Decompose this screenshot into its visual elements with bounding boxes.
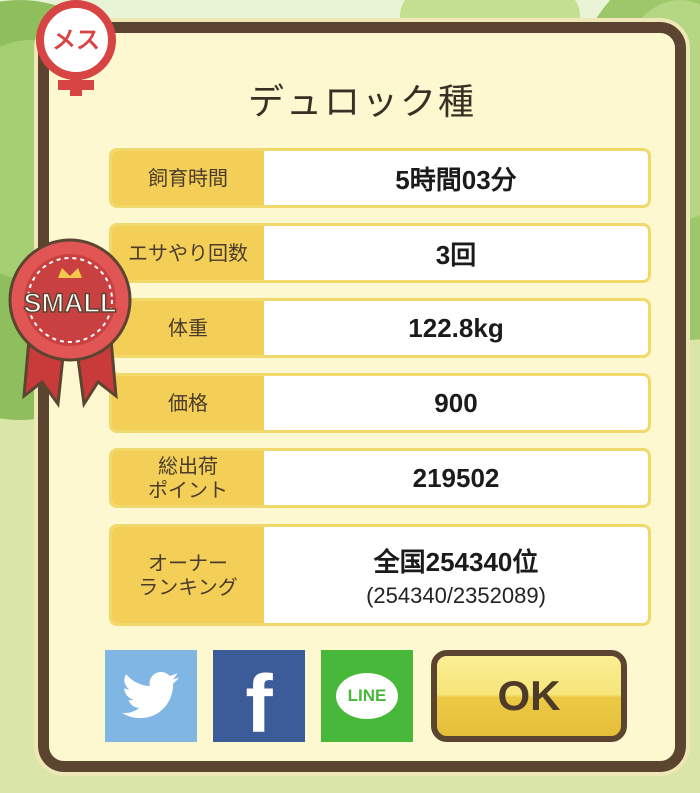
row-feeding-time: 飼育時間 5時間03分 (109, 148, 651, 208)
row-feed-count: エサやり回数 3回 (109, 223, 651, 283)
row-label: 価格 (112, 376, 264, 430)
female-symbol-icon: メス (36, 0, 116, 96)
ribbon-icon: SMALL (8, 238, 132, 409)
row-label: 飼育時間 (112, 151, 264, 205)
facebook-share-button[interactable]: f (213, 650, 305, 750)
row-value: 全国254340位 (254340/2352089) (264, 527, 648, 623)
row-value: 900 (434, 387, 478, 418)
line-icon: LINE (336, 673, 398, 719)
row-value: 3回 (435, 239, 477, 270)
female-badge: メス (28, 0, 124, 100)
row-label: 総出荷 ポイント (112, 451, 264, 505)
twitter-share-button[interactable] (105, 650, 197, 742)
row-value: 219502 (412, 462, 500, 493)
line-share-button[interactable]: LINE (321, 650, 413, 742)
result-dialog: デュロック種 飼育時間 5時間03分 エサやり回数 3回 体重 122.8kg … (38, 22, 686, 772)
facebook-f-icon: f (245, 659, 273, 750)
row-total-points: 総出荷 ポイント 219502 (109, 448, 651, 508)
ok-button[interactable]: OK (431, 650, 627, 742)
row-price: 価格 900 (109, 373, 651, 433)
small-ribbon-badge: SMALL (6, 232, 134, 410)
row-value: 5時間03分 (395, 164, 517, 195)
ribbon-label: SMALL (24, 288, 117, 318)
twitter-bird-icon (122, 672, 179, 719)
line-icon-label: LINE (347, 686, 387, 705)
row-owner-ranking: オーナー ランキング 全国254340位 (254340/2352089) (109, 524, 651, 626)
row-value: 122.8kg (408, 312, 504, 343)
row-weight: 体重 122.8kg (109, 298, 651, 358)
row-label: エサやり回数 (112, 226, 264, 280)
ranking-value: 全国254340位 (373, 546, 539, 577)
row-label: 体重 (112, 301, 264, 355)
breed-title: デュロック種 (247, 82, 476, 123)
row-label: オーナー ランキング (112, 527, 264, 623)
ranking-detail: (254340/2352089) (366, 582, 546, 608)
female-badge-label: メス (52, 26, 100, 54)
